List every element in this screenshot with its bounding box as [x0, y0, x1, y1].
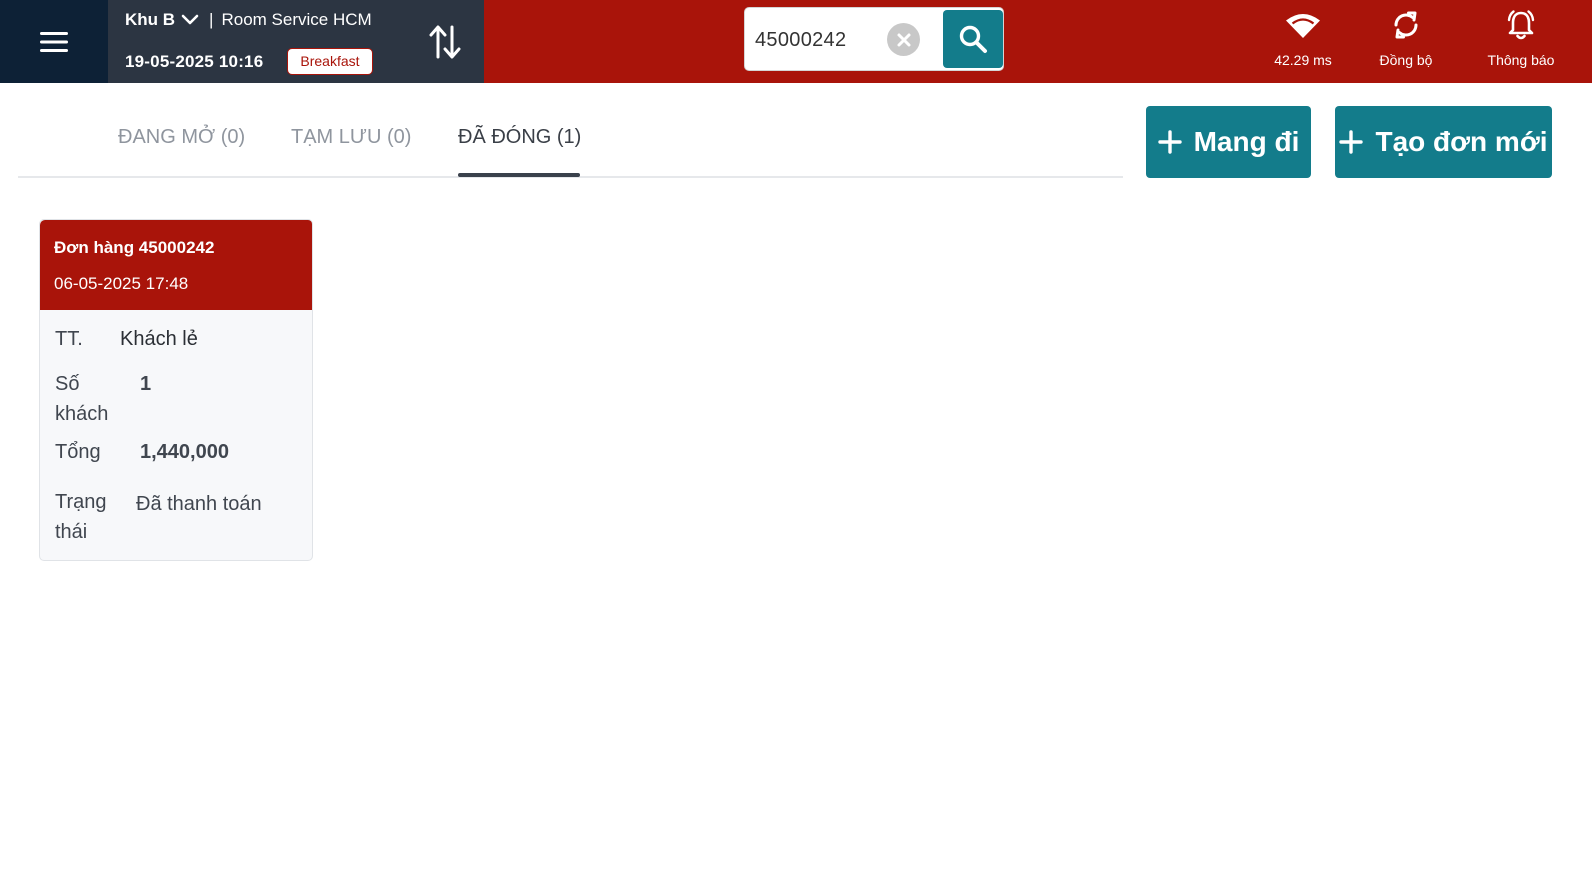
- network-status[interactable]: 42.29 ms: [1262, 0, 1344, 83]
- close-icon: [897, 33, 910, 46]
- order-search: [744, 7, 1004, 71]
- total-value: 1,440,000: [140, 441, 229, 463]
- swap-button[interactable]: [405, 0, 484, 83]
- table-value: Khách lẻ: [120, 328, 198, 350]
- takeaway-button[interactable]: Mang đi: [1146, 106, 1311, 178]
- search-button[interactable]: [943, 10, 1003, 68]
- tab-closed[interactable]: ĐÃ ĐÓNG (1): [458, 126, 581, 149]
- notification-button[interactable]: Thông báo: [1478, 0, 1564, 83]
- area-selector[interactable]: Khu B: [125, 10, 199, 30]
- ping-label: 42.29 ms: [1274, 52, 1332, 68]
- order-title: Đơn hàng 45000242: [54, 238, 215, 257]
- status-label-line1: Trạng: [55, 491, 107, 513]
- sync-label: Đồng bộ: [1379, 52, 1433, 68]
- search-icon: [959, 25, 987, 53]
- business-datetime: 19-05-2025 10:16: [125, 51, 264, 71]
- plus-icon: [1339, 130, 1364, 154]
- order-card-header: Đơn hàng 45000242 06-05-2025 17:48: [40, 220, 312, 310]
- takeaway-label: Mang đi: [1193, 126, 1300, 157]
- area-label: Khu B: [125, 10, 176, 29]
- order-date: 06-05-2025 17:48: [54, 274, 189, 293]
- order-status-tabs: ĐANG MỞ (0) TẠM LƯU (0) ĐÃ ĐÓNG (1): [18, 104, 1123, 178]
- tab-saved[interactable]: TẠM LƯU (0): [291, 126, 411, 149]
- menu-button[interactable]: [0, 0, 108, 83]
- payment-status-value: Đã thanh toán: [136, 493, 262, 515]
- plus-icon: [1157, 130, 1182, 154]
- sync-icon: [1394, 11, 1418, 39]
- sync-button[interactable]: Đồng bộ: [1370, 0, 1442, 83]
- wifi-icon: [1286, 14, 1320, 38]
- guests-label-line2: khách: [55, 403, 109, 425]
- active-tab-indicator: [458, 173, 580, 177]
- notification-label: Thông báo: [1487, 52, 1555, 68]
- guests-value: 1: [140, 373, 152, 395]
- swap-vertical-icon: [429, 25, 460, 58]
- top-bar: Khu B | Room Service HCM 19-05-2025 10:1…: [0, 0, 1592, 83]
- hamburger-icon: [40, 31, 68, 52]
- total-label: Tổng: [55, 441, 101, 463]
- new-order-label: Tạo đơn mới: [1375, 126, 1548, 157]
- meal-period-badge[interactable]: Breakfast: [287, 48, 373, 75]
- guests-label-line1: Số: [55, 373, 80, 395]
- outlet-name: Room Service HCM: [221, 10, 372, 29]
- table-label: TT.: [55, 328, 83, 350]
- bell-icon: [1507, 10, 1535, 40]
- clear-search-button[interactable]: [887, 23, 920, 56]
- status-label-line2: thái: [55, 521, 88, 543]
- search-input[interactable]: [755, 20, 880, 60]
- order-card[interactable]: Đơn hàng 45000242 06-05-2025 17:48 TT. K…: [39, 219, 313, 561]
- tab-open[interactable]: ĐANG MỞ (0): [118, 126, 245, 149]
- header-separator: |: [209, 10, 214, 29]
- new-order-button[interactable]: Tạo đơn mới: [1335, 106, 1552, 178]
- chevron-down-icon: [181, 14, 199, 25]
- outlet-info: Khu B | Room Service HCM 19-05-2025 10:1…: [108, 0, 405, 83]
